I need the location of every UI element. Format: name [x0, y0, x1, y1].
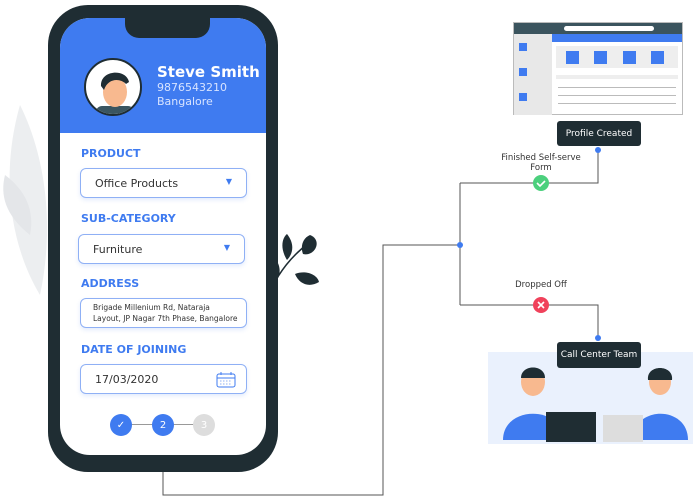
subcategory-value: Furniture	[93, 242, 143, 256]
chevron-down-icon: ▼	[223, 243, 230, 252]
call-center-node: Call Center Team	[557, 342, 641, 368]
date-field[interactable]: 17/03/2020	[80, 364, 247, 394]
address-line-2: Layout, JP Nagar 7th Phase, Bangalore	[93, 314, 238, 323]
subcategory-label: SUB-CATEGORY	[81, 212, 176, 225]
address-line-1: Brigade Millenium Rd, Nataraja	[93, 303, 210, 312]
product-label: PRODUCT	[81, 147, 141, 160]
calendar-icon[interactable]	[216, 371, 236, 388]
profile-created-node: Profile Created	[557, 121, 641, 146]
address-label: ADDRESS	[81, 277, 140, 290]
address-field[interactable]: Brigade Millenium Rd, Nataraja Layout, J…	[80, 298, 247, 328]
dashboard-illustration	[513, 22, 683, 115]
finished-label: Finished Self-serve Form	[501, 153, 581, 173]
profile-city: Bangalore	[157, 95, 213, 108]
call-center-dot	[595, 335, 601, 341]
phone-screen: Steve Smith 9876543210 Bangalore PRODUCT…	[60, 18, 266, 455]
profile-name: Steve Smith	[157, 63, 260, 81]
dropped-off-label: Dropped Off	[515, 280, 567, 290]
profile-dot	[595, 147, 601, 153]
subcategory-select[interactable]: Furniture ▼	[78, 234, 245, 264]
step-2-active[interactable]: 2	[152, 414, 174, 436]
date-label: DATE OF JOINING	[81, 343, 187, 356]
chevron-down-icon: ▼	[225, 177, 232, 186]
check-circle-icon	[533, 175, 549, 191]
step-1-done[interactable]: ✓	[110, 414, 132, 436]
avatar	[84, 58, 142, 116]
product-value: Office Products	[95, 176, 179, 190]
product-select[interactable]: Office Products ▼	[80, 168, 247, 198]
step-3-pending[interactable]: 3	[193, 414, 215, 436]
junction-dot	[457, 242, 463, 248]
phone-notch	[125, 5, 210, 38]
date-value: 17/03/2020	[95, 372, 159, 386]
profile-phone: 9876543210	[157, 81, 227, 94]
